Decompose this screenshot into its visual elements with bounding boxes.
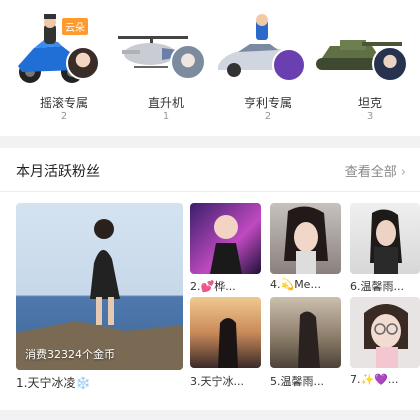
top-fan-photo[interactable] xyxy=(16,203,183,370)
section-divider xyxy=(0,136,420,148)
fan-photo[interactable] xyxy=(350,297,420,368)
avatar xyxy=(170,44,206,80)
fan-name: 2.💕桦... xyxy=(190,280,236,293)
top-fan-coins: 消费32324个金币 xyxy=(25,348,115,361)
gift-row: 云朵 摇滚专属 2 直升机 1 亨利专属 2 坦克 3 xyxy=(0,0,420,132)
avatar xyxy=(272,48,306,82)
fan-name: 6.温馨雨... xyxy=(350,280,404,293)
fan-photo[interactable] xyxy=(270,203,341,274)
fan-photo[interactable] xyxy=(350,203,420,274)
chevron-right-icon: › xyxy=(400,165,406,180)
fan-name: 3.天宁冰... xyxy=(190,375,244,388)
top-fan-name: 1.天宁冰凌❄️ xyxy=(16,376,91,390)
section-title: 本月活跃粉丝 xyxy=(16,164,100,180)
bottom-divider xyxy=(0,410,420,420)
avatar xyxy=(66,46,100,80)
fan-photo[interactable] xyxy=(270,297,341,368)
fans-section-header: 本月活跃粉丝 查看全部 › xyxy=(0,148,420,192)
gift-count: 3 xyxy=(366,111,374,122)
fan-name: 4.💫Me... xyxy=(270,278,321,291)
fan-name: 7.✨💜... xyxy=(350,373,399,386)
fan-photo[interactable] xyxy=(190,203,261,274)
gift-label: 坦克 xyxy=(357,96,382,110)
fan-name: 5.温馨雨... xyxy=(270,375,324,388)
gift-item-tank[interactable]: 坦克 3 xyxy=(306,0,420,132)
fan-photo[interactable] xyxy=(190,297,261,368)
view-all-link[interactable]: 查看全部 › xyxy=(345,161,406,180)
avatar xyxy=(372,46,408,82)
view-all-label: 查看全部 xyxy=(344,165,397,180)
gift-badge: 云朵 xyxy=(62,18,88,35)
